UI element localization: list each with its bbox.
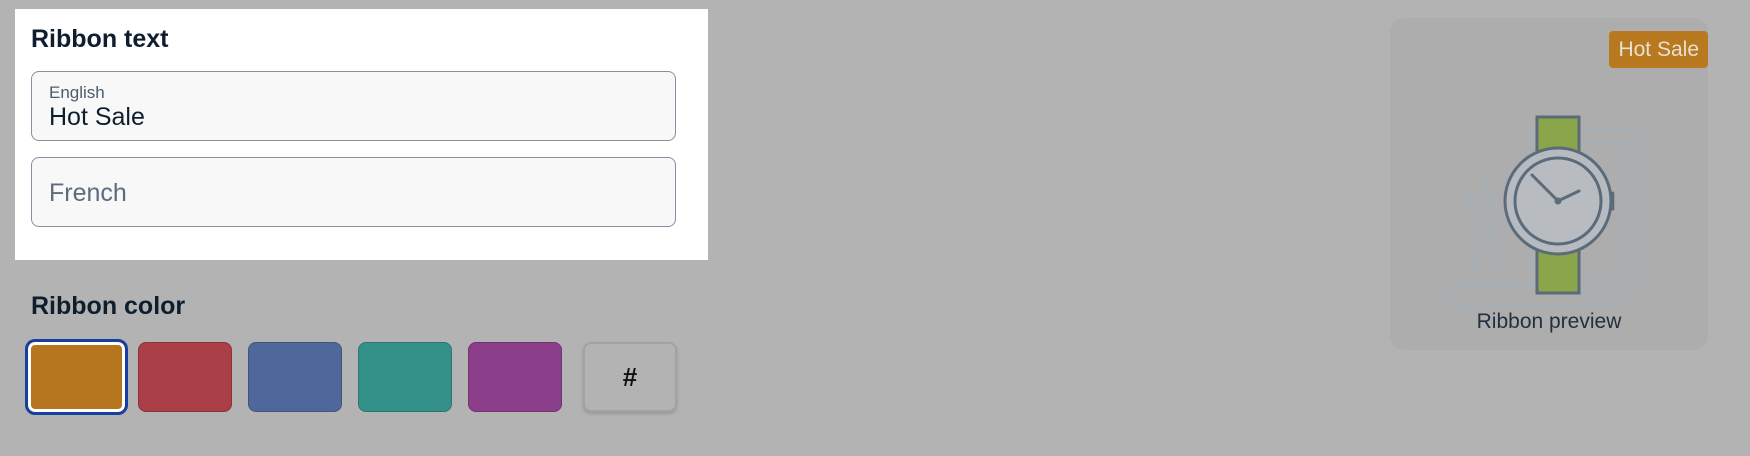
color-swatch[interactable] (358, 342, 452, 412)
ribbon-preview-caption: Ribbon preview (1476, 310, 1622, 333)
french-field-placeholder: French (49, 179, 127, 207)
english-field-value[interactable]: Hot Sale (49, 103, 145, 132)
ribbon-color-swatches: # (25, 339, 678, 415)
ribbon-color-heading: Ribbon color (31, 292, 186, 320)
color-swatch[interactable] (25, 339, 128, 415)
ribbon-text-panel: Ribbon text English Hot Sale French (15, 9, 708, 260)
ribbon-badge: Hot Sale (1609, 31, 1708, 69)
color-swatch[interactable] (248, 342, 342, 412)
custom-color-label: # (622, 361, 638, 392)
english-ribbon-text-field[interactable]: English Hot Sale (31, 71, 676, 141)
color-swatch[interactable] (468, 342, 562, 412)
english-field-label: English (49, 83, 105, 102)
custom-color-button[interactable]: # (583, 342, 677, 412)
ribbon-preview-card: Hot Sale Ribbon preview (1390, 18, 1708, 350)
watch-illustration-icon (1448, 115, 1639, 307)
color-swatch[interactable] (138, 342, 232, 412)
ribbon-text-heading: Ribbon text (31, 25, 169, 53)
french-ribbon-text-field[interactable]: French (31, 157, 676, 227)
